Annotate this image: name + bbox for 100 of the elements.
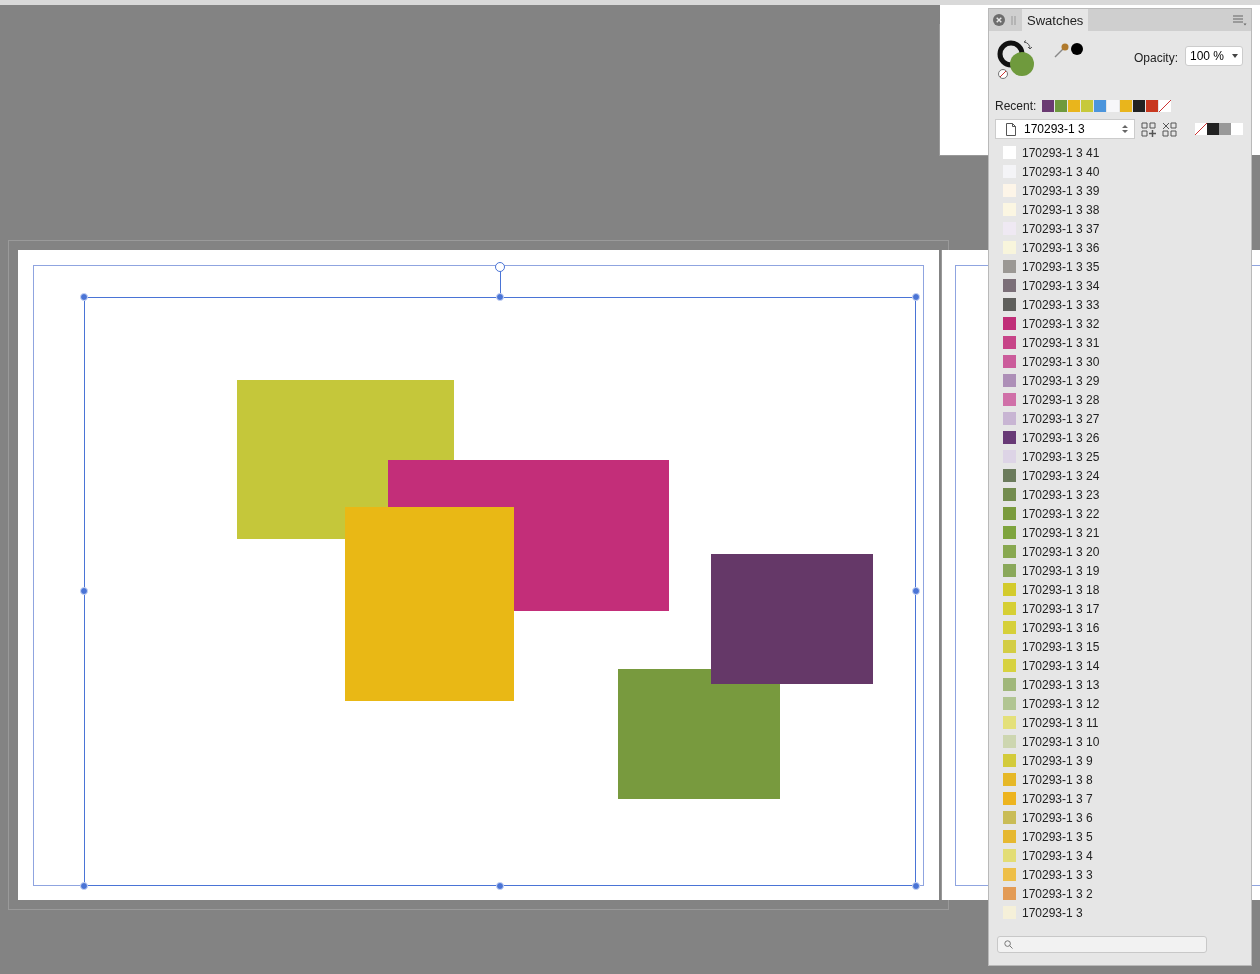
- swatch-name[interactable]: 170293-1 3 6: [1022, 810, 1093, 825]
- swatch-color[interactable]: [1003, 507, 1016, 520]
- swatch-name[interactable]: 170293-1 3 24: [1022, 468, 1100, 483]
- quick-swatch[interactable]: [1219, 123, 1231, 135]
- close-icon[interactable]: [993, 14, 1005, 26]
- swatch-name[interactable]: 170293-1 3 34: [1022, 278, 1100, 293]
- swatch-name[interactable]: 170293-1 3 31: [1022, 335, 1100, 350]
- menu-icon[interactable]: [1233, 14, 1247, 26]
- swatch-color[interactable]: [1003, 849, 1016, 862]
- swatch-color[interactable]: [1003, 488, 1016, 501]
- swatch-color[interactable]: [1003, 583, 1016, 596]
- recent-swatch[interactable]: [1120, 100, 1133, 112]
- recent-swatch[interactable]: [1042, 100, 1055, 112]
- swatch-name[interactable]: 170293-1 3 18: [1022, 582, 1100, 597]
- resize-handle[interactable]: [496, 293, 504, 301]
- swatch-name[interactable]: 170293-1 3 23: [1022, 487, 1100, 502]
- swatch-name[interactable]: 170293-1 3 5: [1022, 829, 1093, 844]
- swatch-color[interactable]: [1003, 298, 1016, 311]
- rotation-handle[interactable]: [495, 262, 505, 272]
- swatch-color[interactable]: [1003, 146, 1016, 159]
- swatch-color[interactable]: [1003, 792, 1016, 805]
- swatch-name[interactable]: 170293-1 3 40: [1022, 164, 1100, 179]
- swatch-name[interactable]: 170293-1 3 10: [1022, 734, 1100, 749]
- swatch-name[interactable]: 170293-1 3 9: [1022, 753, 1093, 768]
- swatch-name[interactable]: 170293-1 3 16: [1022, 620, 1100, 635]
- search-field[interactable]: [997, 936, 1207, 953]
- resize-handle[interactable]: [912, 587, 920, 595]
- swatch-name[interactable]: 170293-1 3 11: [1022, 715, 1099, 730]
- swatch-color[interactable]: [1003, 811, 1016, 824]
- swatch-color[interactable]: [1003, 735, 1016, 748]
- color-dot-icon[interactable]: [1071, 43, 1083, 55]
- swatch-name[interactable]: 170293-1 3 27: [1022, 411, 1100, 426]
- panel-tab[interactable]: Swatches: [1022, 9, 1089, 31]
- swatch-name[interactable]: 170293-1 3 14: [1022, 658, 1100, 673]
- stroke-ring-icon[interactable]: [997, 40, 1025, 68]
- swatch-name[interactable]: 170293-1 3: [1022, 905, 1083, 920]
- recent-swatch[interactable]: [1068, 100, 1081, 112]
- grip-icon[interactable]: [1011, 15, 1016, 25]
- swatch-color[interactable]: [1003, 279, 1016, 292]
- recent-swatch[interactable]: [1081, 100, 1094, 112]
- recent-swatch[interactable]: [1146, 100, 1159, 112]
- resize-handle[interactable]: [912, 882, 920, 890]
- quick-swatch[interactable]: [1231, 123, 1243, 135]
- opacity-field[interactable]: 100 %: [1185, 46, 1243, 66]
- swatch-name[interactable]: 170293-1 3 38: [1022, 202, 1100, 217]
- swatch-name[interactable]: 170293-1 3 19: [1022, 563, 1100, 578]
- swatch-name[interactable]: 170293-1 3 29: [1022, 373, 1100, 388]
- resize-handle[interactable]: [496, 882, 504, 890]
- recent-swatch[interactable]: [1055, 100, 1068, 112]
- no-color-swatch[interactable]: [1159, 100, 1172, 112]
- fill-color-icon[interactable]: [1010, 52, 1034, 76]
- swatch-color[interactable]: [1003, 431, 1016, 444]
- swatch-color[interactable]: [1003, 602, 1016, 615]
- swatch-name[interactable]: 170293-1 3 37: [1022, 221, 1100, 236]
- recent-swatch[interactable]: [1094, 100, 1107, 112]
- swatch-name[interactable]: 170293-1 3 13: [1022, 677, 1100, 692]
- swatch-name[interactable]: 170293-1 3 25: [1022, 449, 1100, 464]
- swatch-name[interactable]: 170293-1 3 7: [1022, 791, 1093, 806]
- swatch-color[interactable]: [1003, 868, 1016, 881]
- swatch-color[interactable]: [1003, 678, 1016, 691]
- swatch-name[interactable]: 170293-1 3 2: [1022, 886, 1093, 901]
- swatch-name[interactable]: 170293-1 3 33: [1022, 297, 1100, 312]
- swatch-name[interactable]: 170293-1 3 17: [1022, 601, 1100, 616]
- swatch-color[interactable]: [1003, 640, 1016, 653]
- swatch-color[interactable]: [1003, 887, 1016, 900]
- resize-handle[interactable]: [80, 293, 88, 301]
- swatch-name[interactable]: 170293-1 3 15: [1022, 639, 1100, 654]
- swatch-name[interactable]: 170293-1 3 36: [1022, 240, 1100, 255]
- swatch-color[interactable]: [1003, 545, 1016, 558]
- swatch-color[interactable]: [1003, 716, 1016, 729]
- swatch-name[interactable]: 170293-1 3 39: [1022, 183, 1100, 198]
- swatch-color[interactable]: [1003, 564, 1016, 577]
- recent-swatch[interactable]: [1107, 100, 1120, 112]
- swatch-color[interactable]: [1003, 773, 1016, 786]
- swatch-name[interactable]: 170293-1 3 30: [1022, 354, 1100, 369]
- swatch-name[interactable]: 170293-1 3 21: [1022, 525, 1100, 540]
- swatch-color[interactable]: [1003, 393, 1016, 406]
- swatch-color[interactable]: [1003, 754, 1016, 767]
- swatch-color[interactable]: [1003, 336, 1016, 349]
- palette-dropdown[interactable]: 170293-1 3: [995, 119, 1135, 139]
- swatch-color[interactable]: [1003, 469, 1016, 482]
- no-color-icon[interactable]: [998, 69, 1008, 79]
- swatch-name[interactable]: 170293-1 3 8: [1022, 772, 1093, 787]
- swatch-name[interactable]: 170293-1 3 41: [1022, 145, 1100, 160]
- swatch-color[interactable]: [1003, 355, 1016, 368]
- swatch-name[interactable]: 170293-1 3 3: [1022, 867, 1093, 882]
- swatch-name[interactable]: 170293-1 3 12: [1022, 696, 1100, 711]
- recent-swatch[interactable]: [1133, 100, 1146, 112]
- swatch-name[interactable]: 170293-1 3 28: [1022, 392, 1100, 407]
- swatch-color[interactable]: [1003, 659, 1016, 672]
- swatch-color[interactable]: [1003, 374, 1016, 387]
- swatch-color[interactable]: [1003, 317, 1016, 330]
- resize-handle[interactable]: [80, 587, 88, 595]
- swatch-name[interactable]: 170293-1 3 4: [1022, 848, 1093, 863]
- add-swatch-icon[interactable]: [1141, 121, 1156, 137]
- swatch-color[interactable]: [1003, 260, 1016, 273]
- swatch-name[interactable]: 170293-1 3 20: [1022, 544, 1100, 559]
- swatch-color[interactable]: [1003, 526, 1016, 539]
- swatch-name[interactable]: 170293-1 3 22: [1022, 506, 1100, 521]
- swatch-color[interactable]: [1003, 830, 1016, 843]
